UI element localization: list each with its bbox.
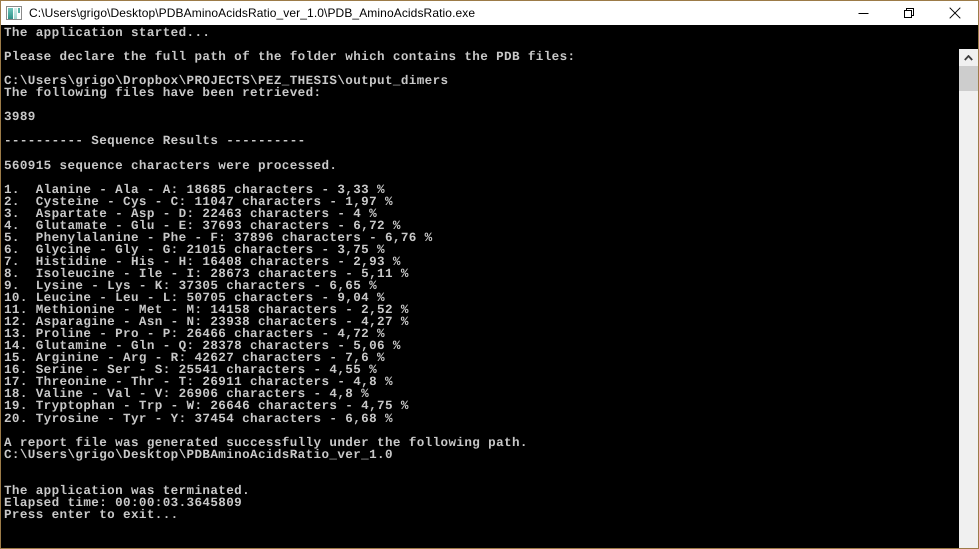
- console-text: The application started... Please declar…: [4, 26, 576, 522]
- restore-icon: [903, 7, 914, 18]
- minimize-icon: [858, 12, 868, 14]
- window-title: C:\Users\grigo\Desktop\PDBAminoAcidsRati…: [29, 6, 476, 20]
- scroll-up-button[interactable]: [959, 49, 978, 66]
- console-app-icon: [6, 6, 22, 20]
- vertical-scrollbar[interactable]: [959, 49, 978, 548]
- console-window: C:\Users\grigo\Desktop\PDBAminoAcidsRati…: [0, 0, 979, 549]
- minimize-button[interactable]: [840, 1, 886, 25]
- close-button[interactable]: [932, 1, 978, 25]
- chevron-up-icon: [964, 54, 973, 61]
- scroll-thumb[interactable]: [959, 66, 978, 91]
- restore-button[interactable]: [886, 1, 932, 25]
- titlebar[interactable]: C:\Users\grigo\Desktop\PDBAminoAcidsRati…: [1, 1, 978, 25]
- close-icon: [949, 7, 961, 19]
- console-output-area[interactable]: The application started... Please declar…: [1, 25, 978, 548]
- window-controls: [840, 1, 978, 25]
